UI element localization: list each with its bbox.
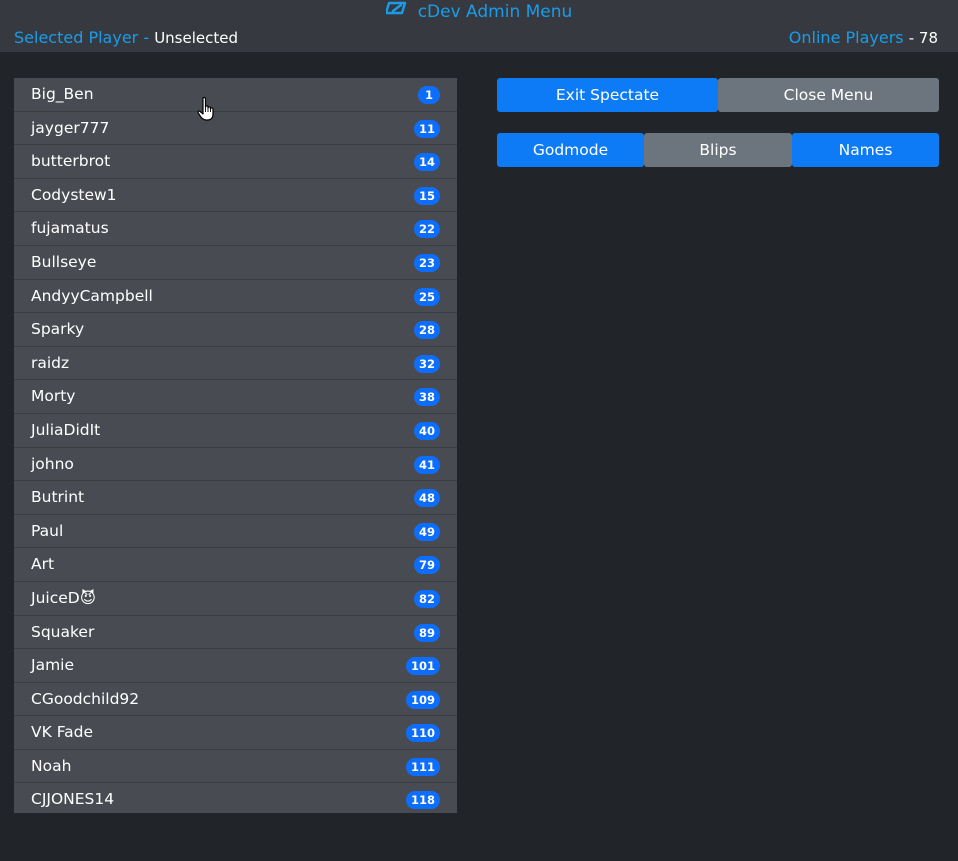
player-id-badge: 11 xyxy=(413,119,440,138)
player-name: Noah xyxy=(31,756,72,775)
player-row[interactable]: jayger777 11 xyxy=(14,111,457,146)
player-name: raidz xyxy=(31,353,70,372)
player-id-badge: 79 xyxy=(413,556,440,575)
player-id-badge: 110 xyxy=(405,724,440,743)
selected-player-value: Unselected xyxy=(154,29,238,47)
player-id-badge: 23 xyxy=(413,253,440,272)
selected-player-label: Selected Player - xyxy=(14,28,150,47)
names-button[interactable]: Names xyxy=(792,133,939,167)
player-name: CGoodchild92 xyxy=(31,689,140,708)
online-players: Online Players - 78 xyxy=(789,28,938,48)
godmode-button[interactable]: Godmode xyxy=(497,133,644,167)
player-row[interactable]: CGoodchild92 109 xyxy=(14,682,457,717)
player-name: Jamie xyxy=(31,656,75,675)
player-row[interactable]: raidz 32 xyxy=(14,346,457,381)
player-row[interactable]: Bullseye 23 xyxy=(14,245,457,280)
player-name: Butrint xyxy=(31,488,85,507)
player-row[interactable]: JuliaDidIt 40 xyxy=(14,413,457,448)
player-name: johno xyxy=(31,454,74,473)
player-row[interactable]: CJJONES14 118 xyxy=(14,783,457,813)
player-name: JuiceD😈 xyxy=(31,588,96,607)
player-row[interactable]: VK Fade 110 xyxy=(14,716,457,750)
online-players-count: - 78 xyxy=(908,29,938,47)
player-name: CJJONES14 xyxy=(31,790,115,809)
player-id-badge: 49 xyxy=(413,522,440,541)
player-name: Bullseye xyxy=(31,252,97,271)
player-id-badge: 32 xyxy=(413,354,440,373)
cdev-logo-icon xyxy=(384,0,410,22)
player-id-badge: 22 xyxy=(413,220,440,239)
player-name: Codystew1 xyxy=(31,185,117,204)
player-id-badge: 1 xyxy=(418,86,440,104)
blips-button[interactable]: Blips xyxy=(644,133,792,167)
player-row[interactable]: Paul 49 xyxy=(14,514,457,549)
player-name: Morty xyxy=(31,387,76,406)
player-row[interactable]: Noah 111 xyxy=(14,749,457,784)
player-id-badge: 118 xyxy=(405,791,440,810)
player-row[interactable]: Morty 38 xyxy=(14,380,457,414)
player-row[interactable]: Sparky 28 xyxy=(14,313,457,347)
player-name: Squaker xyxy=(31,622,95,641)
player-name: fujamatus xyxy=(31,219,109,238)
app-title-text: cDev Admin Menu xyxy=(417,2,573,22)
player-row[interactable]: JuiceD😈 82 xyxy=(14,581,457,616)
player-name: Sparky xyxy=(31,320,85,339)
player-id-badge: 89 xyxy=(413,623,440,642)
player-row[interactable]: fujamatus 22 xyxy=(14,212,457,246)
selected-player: Selected Player - Unselected xyxy=(14,28,238,48)
player-id-badge: 109 xyxy=(405,690,440,709)
player-row[interactable]: Butrint 48 xyxy=(14,481,457,515)
player-row[interactable]: Codystew1 15 xyxy=(14,178,457,213)
player-row[interactable]: johno 41 xyxy=(14,447,457,482)
app-title: cDev Admin Menu xyxy=(0,1,958,23)
player-list[interactable]: Big_Ben 1 jayger777 11 butterbrot 14 Codystew1… xyxy=(14,78,457,813)
player-id-badge: 28 xyxy=(413,321,440,340)
player-id-badge: 40 xyxy=(413,421,440,440)
player-row[interactable]: Squaker 89 xyxy=(14,615,457,650)
player-name: VK Fade xyxy=(31,723,94,742)
player-name: JuliaDidIt xyxy=(31,420,101,439)
online-players-label: Online Players xyxy=(788,28,904,47)
player-name: Big_Ben xyxy=(31,85,94,103)
player-id-badge: 15 xyxy=(413,186,440,205)
hand-pointer-icon xyxy=(197,96,217,126)
player-name: butterbrot xyxy=(31,152,111,171)
player-row[interactable]: Art 79 xyxy=(14,548,457,582)
player-id-badge: 82 xyxy=(413,589,440,608)
header-bar: cDev Admin Menu Selected Player - Unsele… xyxy=(0,0,958,52)
player-row[interactable]: butterbrot 14 xyxy=(14,145,457,179)
player-id-badge: 14 xyxy=(413,153,440,172)
player-row[interactable]: AndyyCampbell 25 xyxy=(14,279,457,314)
close-menu-button[interactable]: Close Menu xyxy=(718,78,939,112)
player-id-badge: 48 xyxy=(413,489,440,508)
player-row[interactable]: Jamie 101 xyxy=(14,649,457,683)
player-name: AndyyCampbell xyxy=(31,286,153,305)
exit-spectate-button[interactable]: Exit Spectate xyxy=(497,78,718,112)
player-id-badge: 25 xyxy=(413,287,440,306)
player-name: Paul xyxy=(31,521,64,540)
player-id-badge: 101 xyxy=(405,657,440,676)
player-name: jayger777 xyxy=(31,118,110,137)
player-row[interactable]: Big_Ben 1 xyxy=(14,78,457,112)
player-id-badge: 41 xyxy=(413,455,440,474)
player-id-badge: 111 xyxy=(405,757,440,776)
player-name: Art xyxy=(31,555,55,574)
player-id-badge: 38 xyxy=(413,388,440,407)
